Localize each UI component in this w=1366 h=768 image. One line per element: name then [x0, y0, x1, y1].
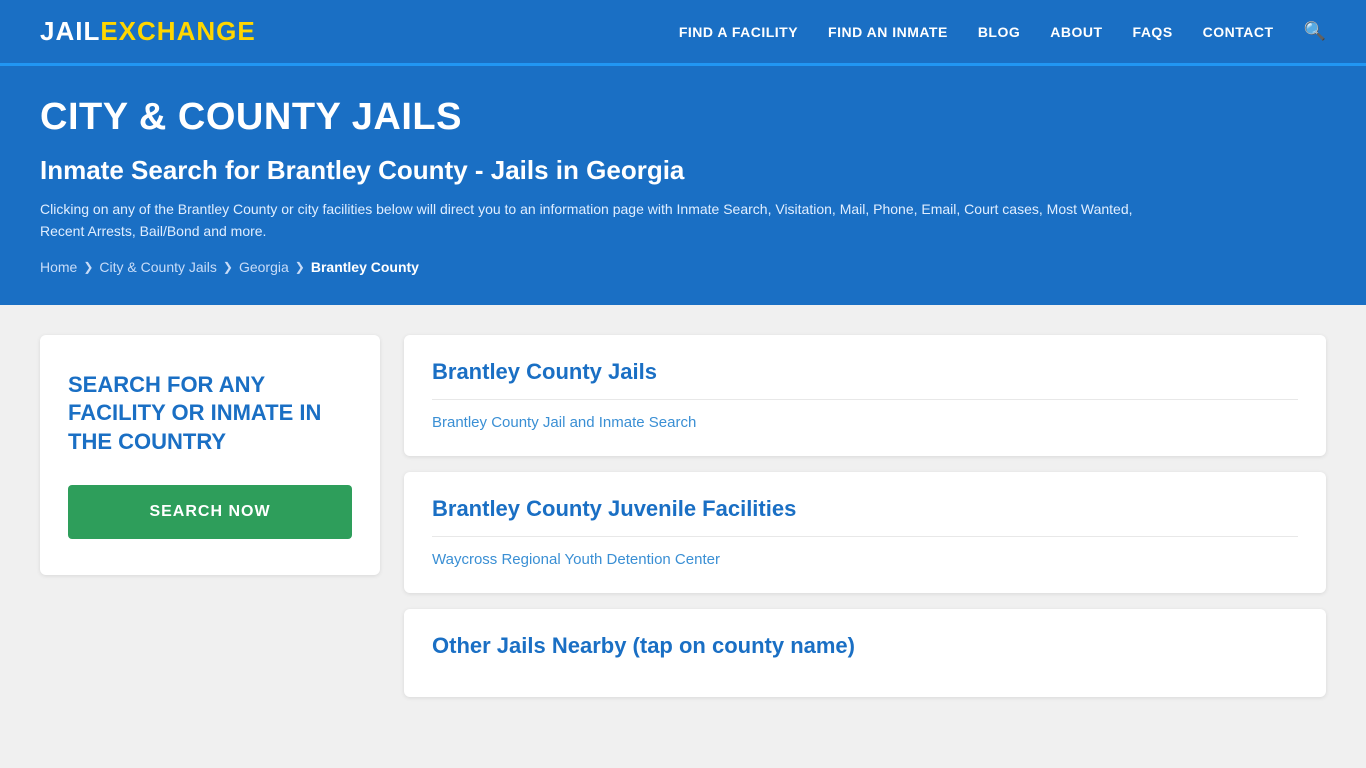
breadcrumb-city-county[interactable]: City & County Jails: [99, 259, 216, 275]
facility-list: Brantley County Jails Brantley County Ja…: [404, 335, 1326, 697]
hero-description: Clicking on any of the Brantley County o…: [40, 198, 1140, 243]
breadcrumb-georgia[interactable]: Georgia: [239, 259, 289, 275]
facility-juvenile-title[interactable]: Brantley County Juvenile Facilities: [432, 496, 1298, 522]
search-card-title: SEARCH FOR ANY FACILITY OR INMATE IN THE…: [68, 371, 352, 457]
breadcrumb-separator-2: ❯: [223, 260, 233, 274]
nav-find-facility[interactable]: FIND A FACILITY: [679, 24, 798, 40]
nav-about[interactable]: ABOUT: [1050, 24, 1102, 40]
logo[interactable]: JAILEXCHANGE: [40, 16, 256, 47]
facility-card-juvenile: Brantley County Juvenile Facilities Wayc…: [404, 472, 1326, 593]
nav-blog[interactable]: BLOG: [978, 24, 1020, 40]
facility-juvenile-link[interactable]: Waycross Regional Youth Detention Center: [432, 551, 720, 568]
nav-contact[interactable]: CONTACT: [1203, 24, 1274, 40]
breadcrumb-separator-1: ❯: [83, 260, 93, 274]
breadcrumb-home[interactable]: Home: [40, 259, 77, 275]
nav-faqs[interactable]: FAQs: [1133, 24, 1173, 40]
divider-1: [432, 399, 1298, 400]
facility-jails-link[interactable]: Brantley County Jail and Inmate Search: [432, 414, 696, 431]
divider-2: [432, 536, 1298, 537]
breadcrumb-current: Brantley County: [311, 259, 419, 275]
facility-card-nearby: Other Jails Nearby (tap on county name): [404, 609, 1326, 697]
search-now-button[interactable]: SEARCH NOW: [68, 485, 352, 539]
search-icon[interactable]: 🔍: [1304, 21, 1326, 42]
logo-jail: JAIL: [40, 16, 100, 47]
hero-section: CITY & COUNTY JAILS Inmate Search for Br…: [0, 66, 1366, 305]
facility-card-jails: Brantley County Jails Brantley County Ja…: [404, 335, 1326, 456]
nav-find-inmate[interactable]: FIND AN INMATE: [828, 24, 948, 40]
header: JAILEXCHANGE FIND A FACILITY FIND AN INM…: [0, 0, 1366, 66]
breadcrumb: Home ❯ City & County Jails ❯ Georgia ❯ B…: [40, 259, 1326, 275]
breadcrumb-separator-3: ❯: [295, 260, 305, 274]
hero-subtitle: Inmate Search for Brantley County - Jail…: [40, 155, 1326, 186]
logo-exchange: EXCHANGE: [100, 16, 255, 47]
left-panel: SEARCH FOR ANY FACILITY OR INMATE IN THE…: [40, 335, 380, 575]
page-title: CITY & COUNTY JAILS: [40, 96, 1326, 139]
main-nav: FIND A FACILITY FIND AN INMATE BLOG ABOU…: [679, 21, 1326, 42]
facility-jails-title[interactable]: Brantley County Jails: [432, 359, 1298, 385]
search-card: SEARCH FOR ANY FACILITY OR INMATE IN THE…: [40, 335, 380, 575]
facility-nearby-title[interactable]: Other Jails Nearby (tap on county name): [432, 633, 1298, 659]
main-content: SEARCH FOR ANY FACILITY OR INMATE IN THE…: [0, 305, 1366, 727]
